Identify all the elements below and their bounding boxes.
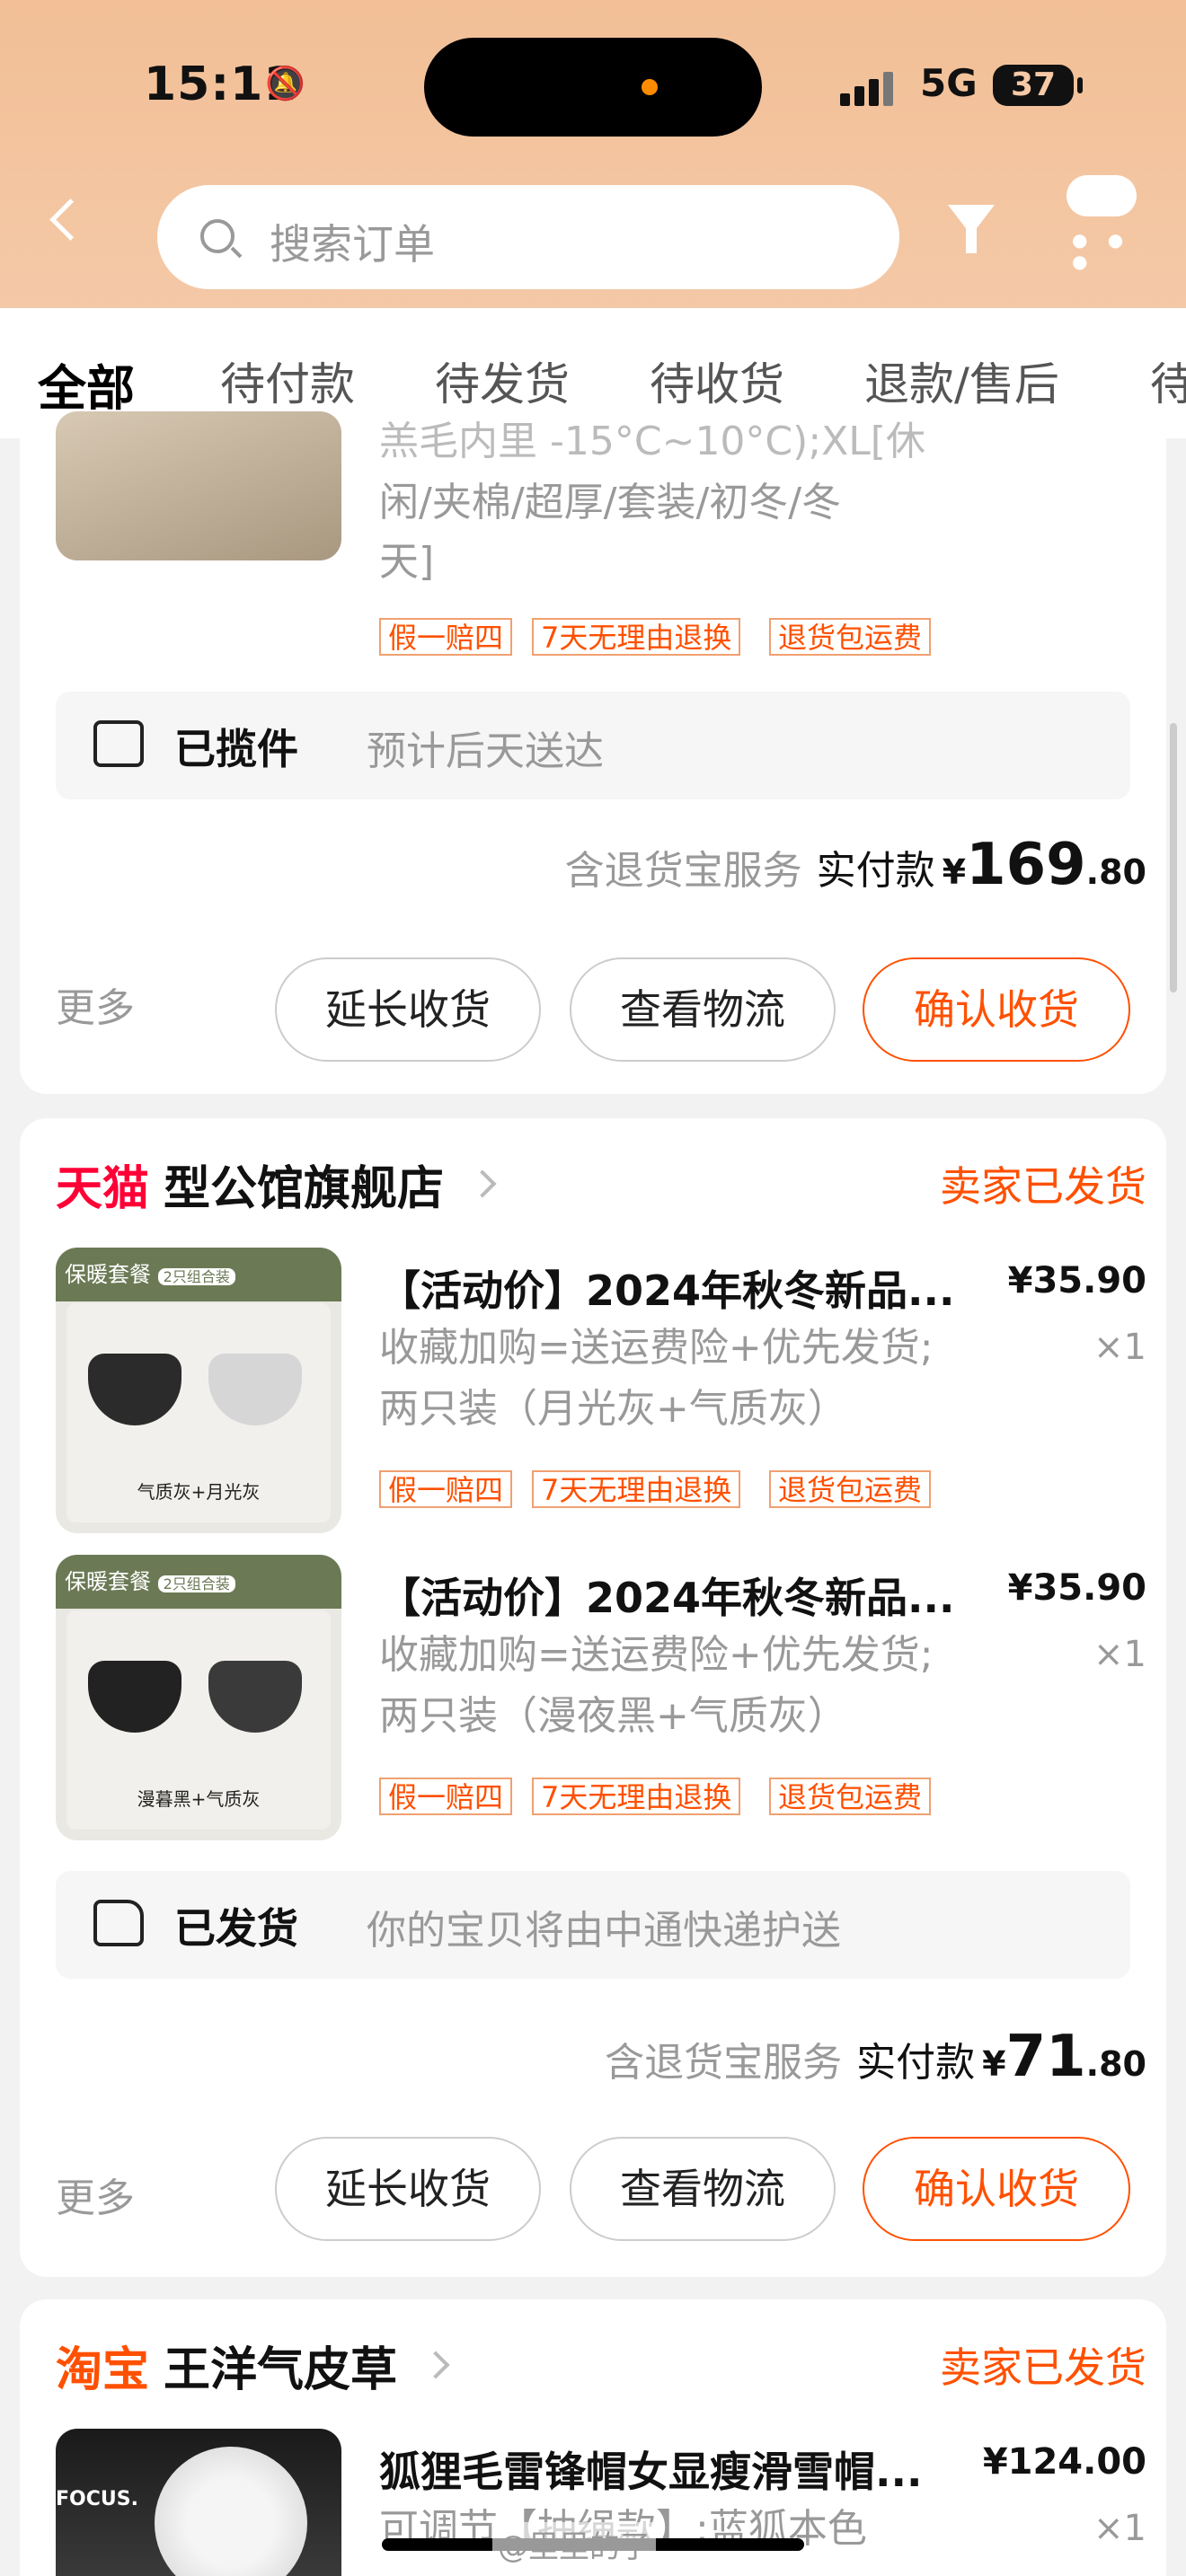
header-bar: 15:11 🔕 5G 37 搜索订单 ● ● ● — [0, 0, 1186, 308]
search-placeholder: 搜索订单 — [270, 220, 435, 269]
scrollbar[interactable] — [1170, 723, 1177, 992]
item-price: ¥124.00 — [982, 2441, 1146, 2483]
thumb-caption: 气质灰+月光灰 — [137, 1481, 261, 1503]
service-label: 含退货宝服务 — [605, 2040, 843, 2086]
order-status: 卖家已发货 — [940, 1162, 1146, 1211]
paid-dec: .80 — [1085, 2044, 1146, 2084]
logistics-status: 已发货 — [174, 1904, 298, 1953]
product-thumbnail[interactable]: 保暖套餐 2只组合装 气质灰+月光灰 — [56, 1248, 341, 1533]
order-card-1: 羔毛内里 -15°C~10°C);XL[休 闲/夹棉/超厚/套装/初冬/冬 天]… — [20, 411, 1166, 1094]
back-arrow-icon[interactable] — [49, 198, 92, 241]
network-type: 5G — [920, 61, 978, 105]
taobao-badge: 淘宝 — [56, 2343, 150, 2397]
product-thumbnail[interactable] — [56, 411, 341, 560]
tag-fake-compensation: 假一赔四 — [379, 1470, 513, 1508]
order-card-2: 天猫 型公馆旗舰店 卖家已发货 保暖套餐 2只组合装 气质灰+月光灰 【活动价】… — [20, 1118, 1166, 2277]
item-sku-1: 收藏加购=送运费险+优先发货; — [379, 1325, 934, 1371]
item-title[interactable]: 狐狸毛雷锋帽女显瘦滑雪帽... — [379, 2439, 922, 2499]
package-icon — [93, 720, 144, 767]
view-logistics-button[interactable]: 查看物流 — [570, 2137, 836, 2241]
search-icon — [200, 219, 235, 253]
tab-pending-shipment[interactable]: 待发货 — [435, 348, 570, 413]
paid-label: 实付款 — [856, 2040, 976, 2086]
filter-icon[interactable] — [948, 205, 995, 253]
item-qty: ×1 — [1093, 2508, 1146, 2549]
logistics-status: 已揽件 — [174, 725, 298, 773]
tab-all[interactable]: 全部 — [38, 348, 135, 419]
item-sku-2: 两只装（月光灰+气质灰） — [379, 1386, 847, 1432]
more-link[interactable]: 更多 — [56, 975, 135, 1033]
order-status: 卖家已发货 — [940, 2343, 1146, 2392]
item-sku-2: 两只装（漫夜黑+气质灰） — [379, 1693, 847, 1739]
tag-return-shipping: 退货包运费 — [769, 1778, 932, 1815]
logistics-bar[interactable]: 已发货 你的宝贝将由中通快递护送 — [56, 1871, 1130, 1979]
item-price: ¥35.90 — [1007, 1260, 1146, 1301]
tag-fake-compensation: 假一赔四 — [379, 1778, 513, 1815]
message-more-icon[interactable]: ● ● ● — [1067, 175, 1137, 272]
item-qty: ×1 — [1093, 1634, 1146, 1675]
item-title[interactable]: 【活动价】2024年秋冬新品... — [379, 1566, 954, 1625]
extend-receipt-button[interactable]: 延长收货 — [275, 957, 541, 1062]
search-input[interactable]: 搜索订单 — [157, 185, 899, 289]
signal-icon — [840, 66, 903, 106]
item-price: ¥35.90 — [1007, 1567, 1146, 1609]
item-title[interactable]: 【活动价】2024年秋冬新品... — [379, 1258, 954, 1318]
thumb-caption: 漫暮黑+气质灰 — [137, 1788, 261, 1810]
mute-bell-icon: 🔕 — [265, 66, 305, 102]
tag-fake-compensation: 假一赔四 — [379, 618, 513, 656]
tab-more[interactable]: 待 — [1150, 348, 1186, 413]
confirm-receipt-button[interactable]: 确认收货 — [863, 2137, 1130, 2241]
shop-name[interactable]: 王洋气皮草 — [164, 2332, 397, 2399]
paid-int: 71 — [1005, 2024, 1086, 2090]
paid-int: 169 — [966, 832, 1086, 898]
tag-return-shipping: 退货包运费 — [769, 618, 932, 656]
product-thumbnail[interactable]: FOCUS. — [56, 2429, 341, 2576]
currency: ¥ — [942, 852, 967, 892]
item-desc-line2: 天] — [379, 539, 435, 585]
logistics-bar[interactable]: 已揽件 预计后天送达 — [56, 692, 1130, 799]
watermark: @里里的了 — [492, 2522, 656, 2566]
dynamic-island — [424, 38, 762, 137]
view-logistics-button[interactable]: 查看物流 — [570, 957, 836, 1062]
tag-return-shipping: 退货包运费 — [769, 1470, 932, 1508]
product-thumbnail[interactable]: 保暖套餐 2只组合装 漫暮黑+气质灰 — [56, 1555, 341, 1840]
item-sku-1: 收藏加购=送运费险+优先发货; — [379, 1632, 934, 1678]
tab-pending-receipt[interactable]: 待收货 — [650, 348, 784, 413]
recording-dot-icon — [642, 79, 658, 95]
paid-amount: 含退货宝服务 实付款 ¥169.80 — [565, 832, 1146, 898]
item-desc-line0: 羔毛内里 -15°C~10°C);XL[休 — [379, 419, 925, 464]
tag-7day-return: 7天无理由退换 — [532, 1778, 741, 1815]
tmall-badge: 天猫 — [56, 1162, 150, 1216]
item-qty: ×1 — [1093, 1327, 1146, 1368]
logistics-text: 预计后天送达 — [367, 728, 604, 774]
confirm-receipt-button[interactable]: 确认收货 — [863, 957, 1130, 1062]
service-label: 含退货宝服务 — [564, 848, 802, 894]
tab-pending-payment[interactable]: 待付款 — [220, 348, 355, 413]
logistics-text: 你的宝贝将由中通快递护送 — [367, 1908, 841, 1954]
shop-name[interactable]: 型公馆旗舰店 — [164, 1151, 444, 1218]
more-link[interactable]: 更多 — [56, 2166, 135, 2223]
extend-receipt-button[interactable]: 延长收货 — [275, 2137, 541, 2241]
tab-refund-aftersale[interactable]: 退款/售后 — [864, 348, 1059, 413]
tag-7day-return: 7天无理由退换 — [532, 618, 741, 656]
chevron-right-icon[interactable] — [421, 2351, 450, 2379]
paid-amount: 含退货宝服务 实付款 ¥71.80 — [605, 2024, 1146, 2090]
chevron-right-icon[interactable] — [468, 1169, 497, 1198]
item-desc-line1: 闲/夹棉/超厚/套装/初冬/冬 — [379, 480, 842, 525]
paid-label: 实付款 — [816, 848, 935, 894]
paid-dec: .80 — [1085, 852, 1146, 892]
battery-icon: 37 — [993, 65, 1083, 106]
truck-icon — [93, 1900, 144, 1946]
currency: ¥ — [982, 2044, 1006, 2084]
tag-7day-return: 7天无理由退换 — [532, 1470, 741, 1508]
